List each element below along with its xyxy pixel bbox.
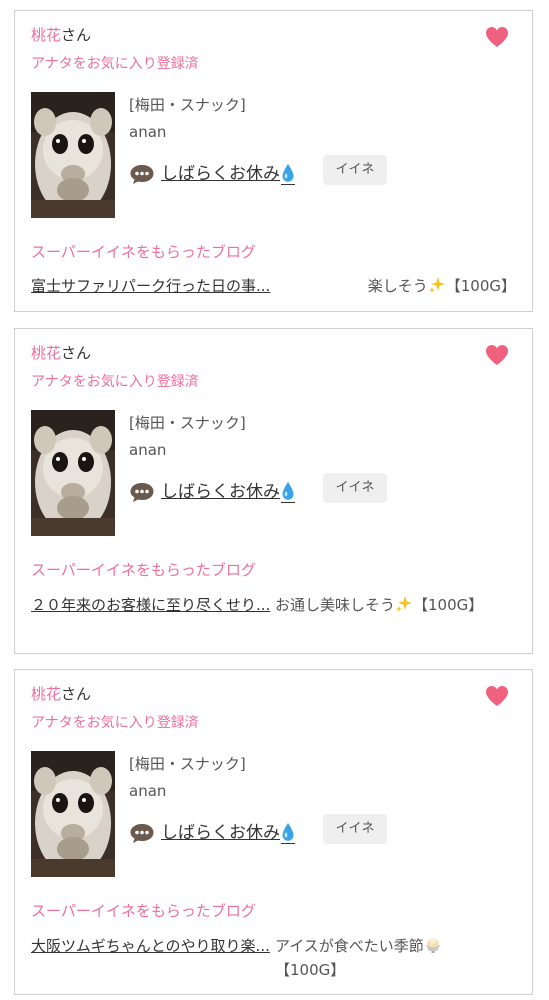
iine-button[interactable]: イイネ	[323, 473, 387, 503]
iine-button[interactable]: イイネ	[323, 155, 387, 185]
blog-comment: アイスが食べたい季節 【100G】	[275, 934, 511, 982]
speech-bubble-icon	[129, 163, 155, 185]
cast-name: anan	[129, 441, 167, 459]
heart-icon[interactable]	[484, 343, 510, 367]
status-link[interactable]: しばらくお休み	[129, 820, 298, 846]
status-text[interactable]: しばらくお休み	[161, 821, 280, 845]
favorite-status: アナタをお気に入り登録済	[31, 715, 199, 731]
status-text[interactable]: しばらくお休み	[161, 162, 280, 186]
user-name[interactable]: 桃花	[31, 344, 61, 362]
blog-section-heading: スーパーイイネをもらったブログ	[31, 243, 256, 261]
droplet-icon	[281, 481, 295, 503]
blog-section-heading: スーパーイイネをもらったブログ	[31, 561, 256, 579]
blog-comment: お通し美味しそう 【100G】	[275, 593, 511, 617]
shop-label: [梅田・スナック]	[129, 414, 246, 432]
blog-title-link[interactable]: 富士サファリパーク行った日の事...	[31, 274, 331, 298]
avatar[interactable]	[31, 92, 115, 218]
blog-title-link[interactable]: ２０年来のお客様に至り尽くせり...	[31, 593, 271, 617]
user-name-suffix: さん	[61, 26, 92, 44]
heart-icon[interactable]	[484, 25, 510, 49]
user-name-suffix: さん	[61, 685, 92, 703]
user-line: 桃花さん	[31, 24, 91, 46]
user-name-suffix: さん	[61, 344, 92, 362]
shaved-ice-icon	[424, 936, 442, 954]
user-name[interactable]: 桃花	[31, 685, 61, 703]
blog-section-heading: スーパーイイネをもらったブログ	[31, 902, 256, 920]
status-link[interactable]: しばらくお休み	[129, 479, 298, 505]
sparkles-icon	[428, 276, 446, 294]
droplet-icon	[281, 163, 295, 185]
comment-points: 【100G】	[275, 961, 346, 979]
favorite-status: アナタをお気に入り登録済	[31, 56, 199, 72]
status-link[interactable]: しばらくお休み	[129, 161, 298, 187]
favorite-card: 桃花さん アナタをお気に入り登録済 [梅田・スナック] anan しばらくお休み	[14, 669, 533, 995]
speech-bubble-icon	[129, 822, 155, 844]
user-name[interactable]: 桃花	[31, 26, 61, 44]
status-text[interactable]: しばらくお休み	[161, 480, 280, 504]
blog-title-link[interactable]: 大阪ツムギちゃんとのやり取り楽...	[31, 934, 271, 958]
comment-text: 楽しそう	[367, 277, 428, 295]
user-line: 桃花さん	[31, 683, 91, 705]
speech-bubble-icon	[129, 481, 155, 503]
comment-points: 【100G】	[413, 596, 484, 614]
favorite-card: 桃花さん アナタをお気に入り登録済 [梅田・スナック] anan しばらくお休み	[14, 10, 533, 312]
cast-name: anan	[129, 123, 167, 141]
shop-label: [梅田・スナック]	[129, 755, 246, 773]
droplet-icon	[281, 822, 295, 844]
comment-text: アイスが食べたい季節	[275, 937, 424, 955]
avatar[interactable]	[31, 751, 115, 877]
cast-name: anan	[129, 782, 167, 800]
blog-comment: 楽しそう 【100G】	[368, 274, 516, 298]
favorite-status: アナタをお気に入り登録済	[31, 374, 199, 390]
comment-points: 【100G】	[445, 277, 516, 295]
sparkles-icon	[395, 595, 413, 613]
favorite-card: 桃花さん アナタをお気に入り登録済 [梅田・スナック] anan しばらくお休み	[14, 328, 533, 654]
heart-icon[interactable]	[484, 684, 510, 708]
comment-text: お通し美味しそう	[275, 596, 396, 614]
iine-button[interactable]: イイネ	[323, 814, 387, 844]
shop-label: [梅田・スナック]	[129, 96, 246, 114]
user-line: 桃花さん	[31, 342, 91, 364]
avatar[interactable]	[31, 410, 115, 536]
